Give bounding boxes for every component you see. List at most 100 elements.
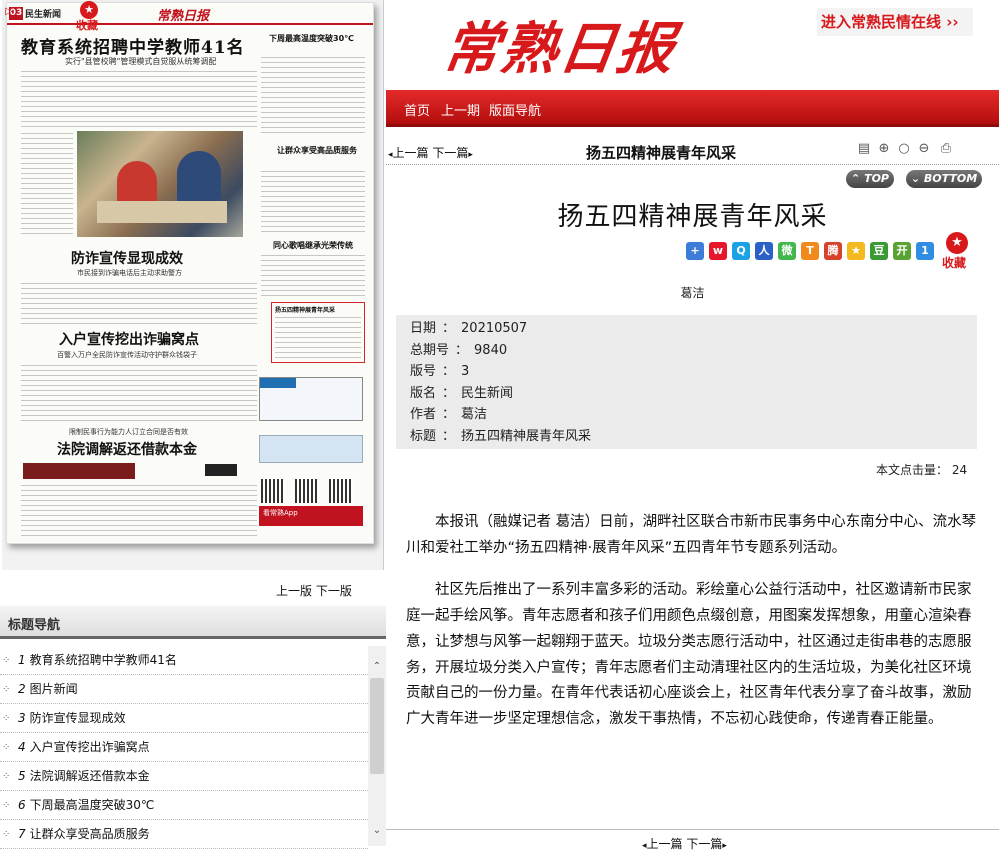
print-icon[interactable]: ⎙ bbox=[938, 141, 954, 157]
bullet-icon: ⁘ bbox=[2, 713, 11, 724]
toc-item[interactable]: ⁘ 3 防诈宣传显现成效 bbox=[0, 704, 368, 733]
menu-home[interactable]: 首页 bbox=[404, 100, 430, 119]
toc-label[interactable]: 图片新闻 bbox=[30, 682, 78, 696]
toc-label[interactable]: 入户宣传挖出诈骗窝点 bbox=[30, 740, 150, 754]
meta-row: 版号： 3 bbox=[410, 361, 977, 383]
article-tools: ▤ ⊕ ○ ⊖ ⎙ bbox=[856, 140, 966, 160]
zoom-in-icon[interactable]: ⊕ bbox=[876, 141, 892, 157]
toc-item[interactable]: ⁘ 2 图片新闻 bbox=[0, 675, 368, 704]
toc-label[interactable]: 让群众享受高品质服务 bbox=[30, 827, 150, 841]
toc-label[interactable]: 下周最高温度突破30℃ bbox=[30, 798, 155, 812]
bullet-icon: ⁘ bbox=[2, 684, 11, 695]
favorite-label: 收藏 bbox=[942, 256, 967, 270]
toc-scrollbar[interactable]: ⌃ ⌄ bbox=[368, 646, 386, 846]
bullet-icon: ⁘ bbox=[2, 829, 11, 840]
meta-row: 总期号： 9840 bbox=[410, 340, 977, 362]
toc-number: 3 bbox=[18, 711, 26, 725]
meta-value: 9840 bbox=[474, 342, 508, 358]
weibo-icon[interactable]: w bbox=[709, 242, 727, 260]
toc-label[interactable]: 教育系统招聘中学教师41名 bbox=[30, 653, 177, 667]
paper-headline-1[interactable]: 教育系统招聘中学教师41名 bbox=[21, 33, 245, 58]
divider bbox=[386, 829, 999, 830]
zoom-out-icon[interactable]: ⊖ bbox=[916, 141, 932, 157]
paper-ad-banner bbox=[205, 464, 237, 476]
paper-text-block bbox=[261, 253, 365, 297]
meta-row: 标题：扬五四精神展青年风采 bbox=[410, 426, 977, 448]
paper-headline-2[interactable]: 防诈宣传显现成效 bbox=[71, 248, 183, 268]
share-bar: + w Q 人 微 T 腾 ★ 豆 开 1 bbox=[686, 242, 936, 262]
meta-key: 版号 bbox=[410, 364, 437, 379]
top-label[interactable]: TOP bbox=[864, 172, 889, 185]
renren-icon[interactable]: 人 bbox=[755, 242, 773, 260]
kaixin-icon[interactable]: 开 bbox=[893, 242, 911, 260]
paper-text-block bbox=[275, 315, 361, 359]
toc-number: 4 bbox=[18, 740, 26, 754]
pager-label[interactable]: 上一版 下一版 bbox=[276, 584, 352, 598]
article-toolbar: ◂上一篇 下一篇▸ 扬五四精神展青年风采 ▤ ⊕ ○ ⊖ ⎙ bbox=[386, 137, 999, 165]
article-title: 扬五四精神展青年风采 bbox=[557, 202, 828, 232]
toc-number: 5 bbox=[18, 769, 26, 783]
toc-item[interactable]: ⁘ 5 法院调解返还借款本金 bbox=[0, 762, 368, 791]
favorite-button[interactable]: ★ 收藏 bbox=[942, 232, 972, 272]
bottom-prev-next[interactable]: ◂上一篇 下一篇▸ bbox=[642, 835, 727, 852]
paper-highlight-title[interactable]: 扬五四精神展青年风采 bbox=[275, 305, 335, 314]
favorites-icon[interactable]: ★ bbox=[847, 242, 865, 260]
paper-headline-4[interactable]: 法院调解返还借款本金 bbox=[57, 439, 197, 459]
bottom-label[interactable]: BOTTOM bbox=[924, 172, 977, 185]
douban-icon[interactable]: 豆 bbox=[870, 242, 888, 260]
qzone-icon[interactable]: Q bbox=[732, 242, 750, 260]
bullet-icon: ⁘ bbox=[2, 655, 11, 666]
page-pager[interactable]: 上一版 下一版 bbox=[276, 582, 352, 599]
menu-prev-issue[interactable]: 上一期 bbox=[441, 100, 480, 119]
paper-headline-3[interactable]: 入户宣传挖出诈骗窝点 bbox=[59, 329, 199, 349]
paper-photo[interactable] bbox=[77, 131, 243, 237]
meta-key: 版名 bbox=[410, 385, 437, 401]
bottom-prev-next-label[interactable]: 上一篇 下一篇 bbox=[647, 837, 723, 851]
qr-code-icon bbox=[329, 479, 353, 503]
zoom-reset-icon[interactable]: ○ bbox=[896, 141, 912, 157]
newspaper-page-frame: 03 民生新闻 常熟日报 教育系统招聘中学教师41名 实行"县管校聘"管理模式自… bbox=[2, 0, 384, 570]
paper-subhead-1: 实行"县管校聘"管理模式自觉服从统筹调配 bbox=[65, 57, 217, 66]
wechat-icon[interactable]: 微 bbox=[778, 242, 796, 260]
paper-subhead-3: 百警入万户全民防诈宣传活动守护群众钱袋子 bbox=[57, 351, 197, 359]
meta-value: 葛洁 bbox=[461, 407, 488, 422]
toc-item[interactable]: ⁘ 6 下周最高温度突破30℃ bbox=[0, 791, 368, 820]
toc-number: 7 bbox=[18, 827, 26, 841]
paper-headline-7[interactable]: 同心歌唱继承光荣传统 bbox=[273, 240, 353, 251]
toc-number: 1 bbox=[18, 653, 26, 667]
notes-icon[interactable]: ▤ bbox=[856, 141, 872, 157]
menu-page-nav[interactable]: 版面导航 bbox=[489, 100, 541, 119]
collect-button[interactable]: ▷ ★ 收藏 bbox=[2, 0, 122, 34]
prev-next-label[interactable]: 上一篇 下一篇 bbox=[393, 146, 469, 160]
toc-label[interactable]: 法院调解返还借款本金 bbox=[30, 769, 150, 783]
paper-ad-tag bbox=[260, 378, 296, 388]
scroll-down-icon[interactable]: ⌄ bbox=[370, 824, 384, 838]
meta-key: 作者 bbox=[410, 407, 437, 422]
enter-minqing-link[interactable]: 进入常熟民情在线 ›› bbox=[817, 8, 973, 36]
toc-item[interactable]: ⁘ 7 让群众享受高品质服务 bbox=[0, 820, 368, 849]
tieba-icon[interactable]: T bbox=[801, 242, 819, 260]
title-nav-header: 标题导航 bbox=[0, 606, 386, 639]
toc-item[interactable]: ⁘ 1 教育系统招聘中学教师41名 bbox=[0, 646, 368, 675]
scroll-thumb[interactable] bbox=[370, 678, 384, 774]
paper-headline-5[interactable]: 下周最高温度突破30℃ bbox=[269, 33, 354, 44]
meta-key: 总期号 bbox=[410, 342, 450, 358]
paper-text-block bbox=[261, 55, 365, 137]
paper-app-banner: 看常熟App bbox=[259, 506, 363, 526]
share-more-icon[interactable]: + bbox=[686, 242, 704, 260]
scroll-up-icon[interactable]: ⌃ bbox=[370, 660, 384, 674]
tencent-weibo-icon[interactable]: 腾 bbox=[824, 242, 842, 260]
share-count-icon[interactable]: 1 bbox=[916, 242, 934, 260]
bottom-button[interactable]: ⌄ BOTTOM bbox=[906, 170, 982, 188]
newspaper-page-thumbnail[interactable]: 03 民生新闻 常熟日报 教育系统招聘中学教师41名 实行"县管校聘"管理模式自… bbox=[6, 2, 374, 544]
toc-label[interactable]: 防诈宣传显现成效 bbox=[30, 711, 126, 725]
article-paragraph: 本报讯（融媒记者 葛洁）日前，湖畔社区联合市新市民事务中心东南分中心、流水琴川和… bbox=[406, 514, 977, 556]
paper-headline-6[interactable]: 让群众享受高品质服务 bbox=[277, 145, 357, 156]
enter-minqing-label[interactable]: 进入常熟民情在线 bbox=[821, 13, 941, 31]
qr-code-icon bbox=[295, 479, 319, 503]
article-prev-next[interactable]: ◂上一篇 下一篇▸ bbox=[388, 144, 473, 161]
site-logo[interactable]: 常熟日报 bbox=[438, 4, 681, 85]
toc-item[interactable]: ⁘ 4 入户宣传挖出诈骗窝点 bbox=[0, 733, 368, 762]
paper-ad-banner bbox=[23, 463, 135, 479]
top-button[interactable]: ⌃ TOP bbox=[846, 170, 894, 188]
